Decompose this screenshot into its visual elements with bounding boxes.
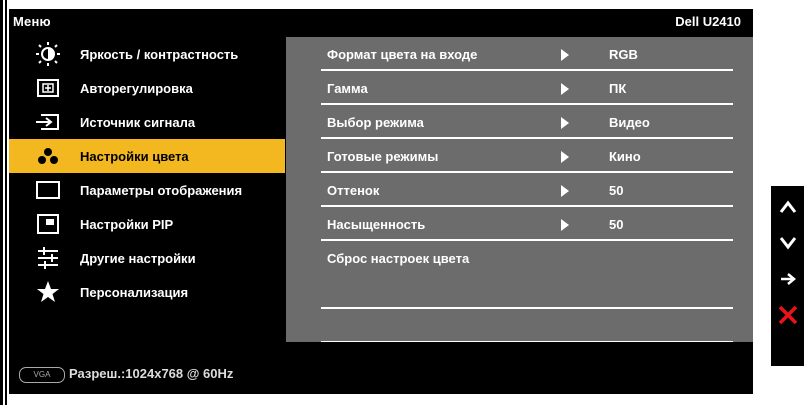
osd-footer: VGA Разреш.:1024x768 @ 60Hz — [9, 342, 753, 394]
menu-item-other-settings[interactable]: Другие настройки — [9, 241, 285, 275]
setting-label: Гамма — [327, 81, 368, 96]
setting-label: Выбор режима — [327, 115, 424, 130]
auto-adjust-icon — [33, 76, 63, 100]
menu-item-pip[interactable]: Настройки PIP — [9, 207, 285, 241]
setting-row-preset-modes[interactable]: Готовые режимы Кино — [321, 139, 733, 173]
menu-label: Настройки цвета — [80, 148, 189, 164]
menu-label: Персонализация — [80, 284, 189, 300]
enter-arrow-icon[interactable] — [775, 266, 801, 292]
menu-label: Параметры отображения — [80, 182, 243, 198]
menu-item-color-settings[interactable]: Настройки цвета — [9, 139, 285, 173]
personalize-star-icon — [33, 280, 63, 304]
menu-label: Источник сигнала — [80, 114, 196, 130]
menu-label: Другие настройки — [80, 250, 196, 266]
color-settings-icon — [33, 144, 63, 168]
right-arrow-icon — [561, 151, 569, 163]
down-arrow-icon[interactable] — [775, 230, 801, 256]
color-settings-panel: Формат цвета на входе RGB Гамма ПК Выбор… — [286, 37, 753, 343]
left-border — [0, 0, 3, 405]
right-arrow-icon — [561, 117, 569, 129]
right-arrow-icon — [561, 83, 569, 95]
setting-label: Сброс настроек цвета — [327, 251, 470, 266]
setting-row-saturation[interactable]: Насыщенность 50 — [321, 207, 733, 241]
monitor-model: Dell U2410 — [675, 14, 741, 29]
setting-row-empty — [321, 309, 733, 343]
left-border-inner — [5, 0, 7, 405]
menu-title: Меню — [13, 14, 51, 29]
osd-header: Меню Dell U2410 — [9, 9, 753, 35]
brightness-icon — [33, 42, 63, 66]
input-source-icon — [33, 110, 63, 134]
display-settings-icon — [33, 178, 63, 202]
up-arrow-icon[interactable] — [775, 194, 801, 220]
side-buttons — [771, 186, 804, 366]
menu-label: Настройки PIP — [80, 216, 174, 232]
resolution-info: Разреш.:1024x768 @ 60Hz — [69, 366, 234, 381]
setting-value: 50 — [609, 183, 624, 198]
right-arrow-icon — [561, 185, 569, 197]
menu-item-personalize[interactable]: Персонализация — [9, 275, 285, 309]
main-menu: Яркость / контрастность Авторегулировка … — [9, 37, 285, 342]
setting-label: Насыщенность — [327, 217, 426, 232]
menu-item-brightness-contrast[interactable]: Яркость / контрастность — [9, 37, 285, 71]
menu-label: Яркость / контрастность — [80, 46, 239, 62]
right-arrow-icon — [561, 219, 569, 231]
right-arrow-icon — [561, 49, 569, 61]
menu-item-auto-adjust[interactable]: Авторегулировка — [9, 71, 285, 105]
setting-value: 50 — [609, 217, 624, 232]
other-settings-icon — [33, 246, 63, 270]
vga-connector-icon: VGA — [19, 367, 65, 383]
setting-label: Оттенок — [327, 183, 380, 198]
menu-label: Авторегулировка — [80, 80, 193, 96]
setting-row-input-color-format[interactable]: Формат цвета на входе RGB — [321, 37, 733, 71]
setting-value: ПК — [609, 81, 627, 96]
osd-menu: Меню Dell U2410 Яркость / контрастность … — [9, 9, 753, 394]
setting-row-mode-selection[interactable]: Выбор режима Видео — [321, 105, 733, 139]
menu-item-display-settings[interactable]: Параметры отображения — [9, 173, 285, 207]
menu-item-input-source[interactable]: Источник сигнала — [9, 105, 285, 139]
setting-value: Кино — [609, 149, 641, 164]
setting-row-hue[interactable]: Оттенок 50 — [321, 173, 733, 207]
setting-row-reset-color[interactable]: Сброс настроек цвета — [321, 251, 733, 309]
setting-row-gamma[interactable]: Гамма ПК — [321, 71, 733, 105]
setting-label: Формат цвета на входе — [327, 47, 478, 62]
exit-x-icon[interactable] — [775, 302, 801, 328]
setting-label: Готовые режимы — [327, 149, 439, 164]
pip-icon — [33, 212, 63, 236]
setting-value: RGB — [609, 47, 638, 62]
row-divider — [321, 239, 733, 241]
setting-value: Видео — [609, 115, 650, 130]
